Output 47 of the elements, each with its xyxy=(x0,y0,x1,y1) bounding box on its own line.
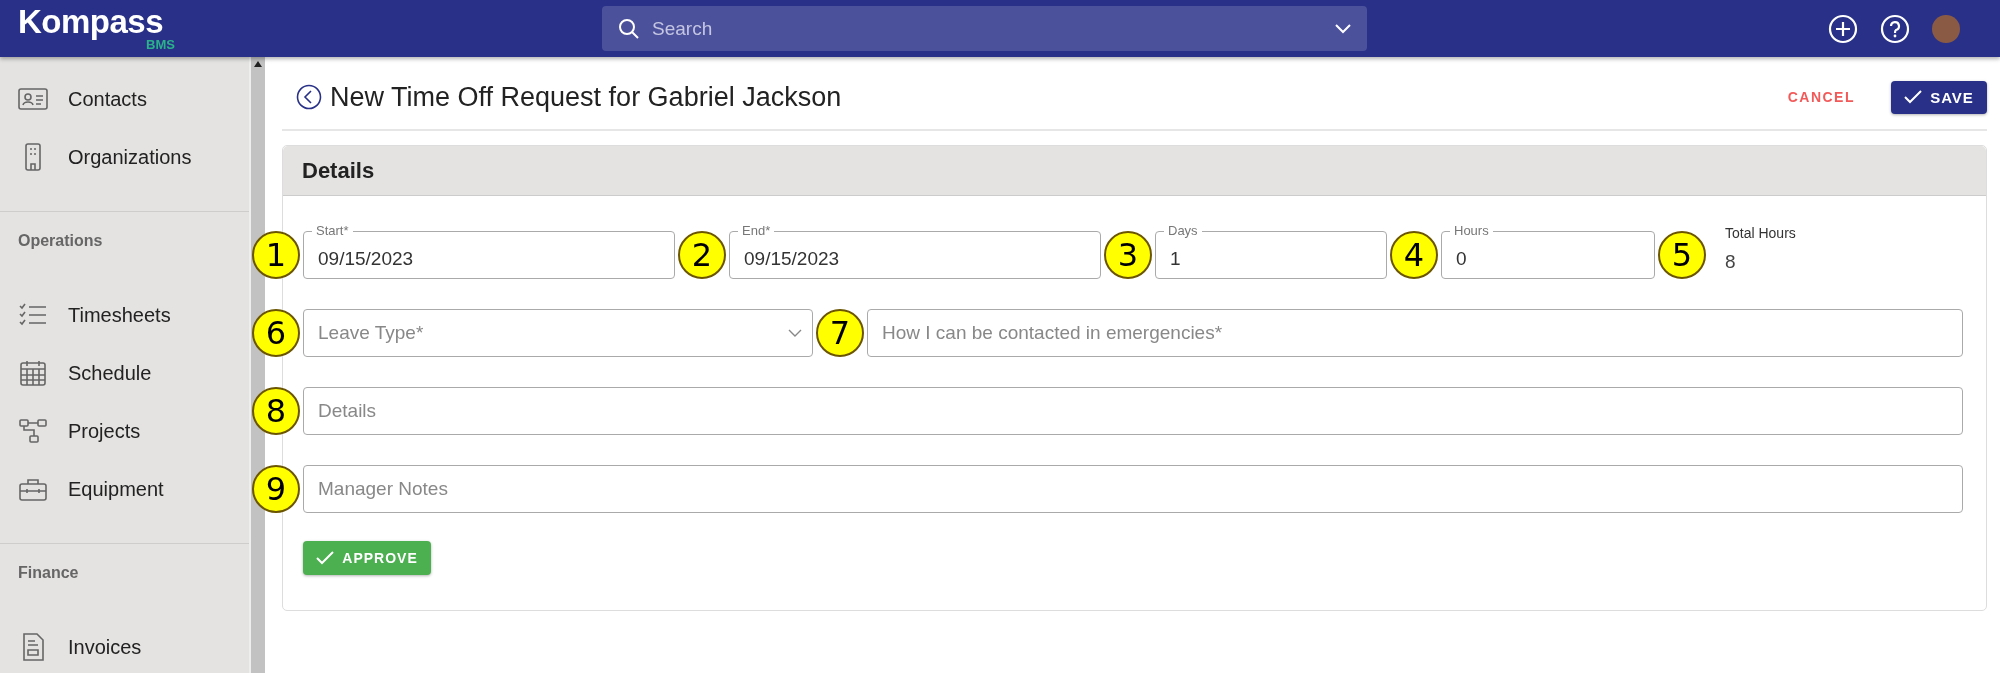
date-field[interactable]: End* 09/15/2023 xyxy=(729,223,1101,279)
back-button[interactable] xyxy=(296,84,322,110)
date-field[interactable]: Hours 0 xyxy=(1441,223,1655,279)
search-field[interactable]: Search xyxy=(650,16,1325,41)
sidebar-item[interactable]: Projects xyxy=(0,402,249,460)
sidebar-item[interactable]: Schedule xyxy=(0,344,249,402)
help-button[interactable] xyxy=(1880,13,1910,44)
total-hours-value: 8 xyxy=(1725,251,1737,273)
help-icon xyxy=(1880,13,1910,44)
save-button[interactable]: SAVE xyxy=(1891,80,1987,114)
checkmark-icon xyxy=(316,551,335,565)
flowchart-icon xyxy=(18,416,48,446)
sidebar-item[interactable]: Organizations xyxy=(0,128,249,186)
plus-circle-icon xyxy=(1828,13,1858,44)
chevron-down-icon xyxy=(788,329,802,337)
search-bar[interactable]: Search xyxy=(602,6,1367,51)
numbered-callout: 8 xyxy=(252,387,300,435)
checkmark-icon xyxy=(1904,90,1923,104)
add-button[interactable] xyxy=(1828,13,1858,44)
numbered-callout: 3 xyxy=(1104,231,1152,279)
numbered-callout: 6 xyxy=(252,309,300,357)
numbered-callout: 7 xyxy=(816,309,864,357)
sidebar-item[interactable]: Equipment xyxy=(0,460,249,518)
numbered-callout: 2 xyxy=(678,231,726,279)
card-title: Details xyxy=(302,157,375,184)
date-field[interactable]: Days 1 xyxy=(1155,223,1387,279)
input-field[interactable]: Manager Notes xyxy=(303,465,1963,513)
input-field[interactable]: How I can be contacted in emergencies* xyxy=(867,309,1963,357)
input-field[interactable]: Details xyxy=(303,387,1963,435)
numbered-callout: 9 xyxy=(252,465,300,513)
date-field[interactable]: Start* 09/15/2023 xyxy=(303,223,675,279)
leave-type-select[interactable]: Leave Type* xyxy=(303,309,813,357)
numbered-callout: 1 xyxy=(252,231,300,279)
sidebar-item[interactable]: Timesheets xyxy=(0,286,249,344)
page-title: New Time Off Request for Gabriel Jackson xyxy=(330,81,842,113)
search-icon xyxy=(618,17,640,40)
numbered-callout: 5 xyxy=(1658,231,1706,279)
scroll-up-icon[interactable] xyxy=(254,61,262,67)
kompass-logo: Kompass BMS xyxy=(18,6,176,51)
section-heading: Finance xyxy=(17,564,80,583)
sidebar-item[interactable]: Invoices xyxy=(0,618,249,673)
sidebar-item[interactable]: Contacts xyxy=(0,70,249,128)
section-heading: Operations xyxy=(17,232,104,251)
calendar-icon xyxy=(18,358,48,388)
chevron-down-icon xyxy=(1335,23,1351,34)
numbered-callout: 4 xyxy=(1390,231,1438,279)
total-hours-label: Total Hours xyxy=(1725,225,1797,241)
